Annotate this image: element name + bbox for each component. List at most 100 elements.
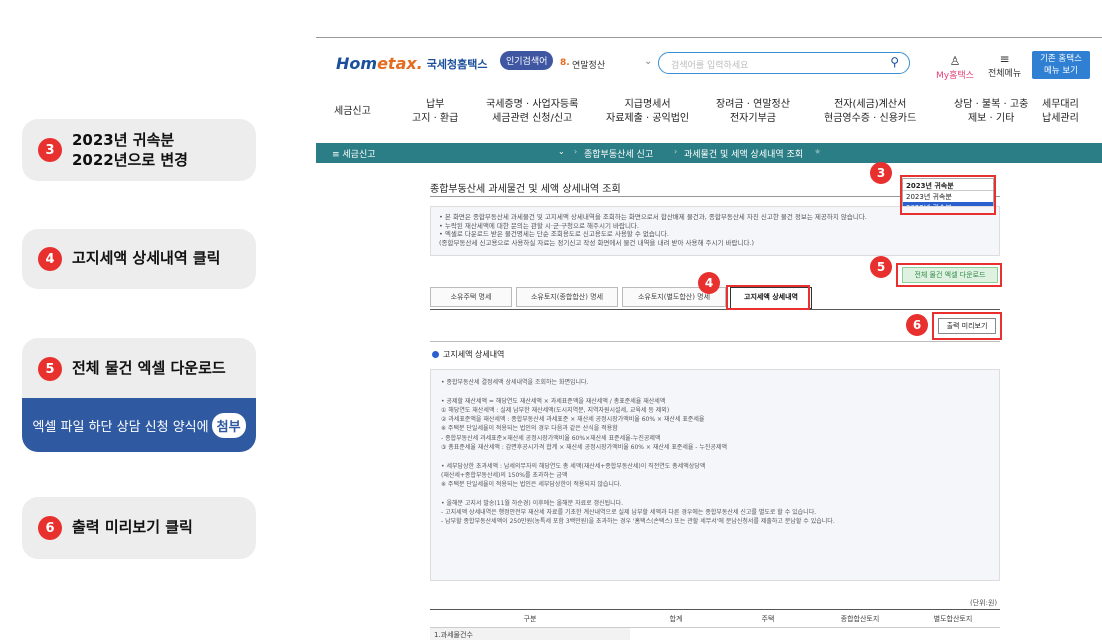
- table-header: 종합합산토지: [814, 609, 906, 628]
- detail-line: [441, 490, 989, 499]
- popular-search-rank: 8.: [560, 58, 570, 68]
- tab-divider: [430, 309, 1000, 310]
- page-title: 종합부동산세 과세물건 및 세액 상세내역 조회: [430, 184, 621, 195]
- screen-root: 3 2023년 귀속분 2022년으로 변경 4 고지세액 상세내역 클릭 5 …: [0, 0, 1102, 640]
- chevron-down-icon[interactable]: ⌄: [644, 56, 652, 67]
- search-icon[interactable]: ⚲: [890, 55, 899, 69]
- search-input[interactable]: 검색어를 입력하세요 ⚲: [658, 52, 910, 74]
- user-icon: ♙: [949, 54, 961, 68]
- section-title-text: 고지세액 상세내역: [443, 350, 505, 359]
- detail-line: ③ 총표준세율 재산세액 : 감면후공시가격 합계 × 재산세 공정시장가액비율…: [441, 444, 727, 452]
- star-icon[interactable]: ★: [814, 147, 821, 156]
- hamburger-icon: ≡: [999, 52, 1010, 66]
- step-5-number: 5: [38, 357, 62, 381]
- guide-step-5: 5 전체 물건 엑셀 다운로드: [22, 338, 256, 400]
- table-cell: [722, 627, 814, 640]
- section-title: 고지세액 상세내역: [432, 349, 504, 360]
- table-cell: [906, 627, 1000, 640]
- gnb-item-payment-statement[interactable]: 지급명세서 자료제출 · 공익법인: [606, 98, 689, 126]
- popular-search-badge: 인기검색어: [500, 51, 554, 70]
- notice-line: • 누락된 재산세액에 대한 문의는 관할 시·군·구청으로 해주시기 바랍니다…: [439, 221, 639, 230]
- table-header: 구분: [430, 609, 630, 628]
- step-4-text: 고지세액 상세내역 클릭: [72, 249, 221, 267]
- detail-box: • 종합부동산세 결정세액 상세내역을 조회하는 화면입니다. • 공제할 재산…: [430, 369, 1000, 581]
- gnb-item-e-invoice[interactable]: 전자(세금)계산서 현금영수증 · 신용카드: [824, 98, 916, 126]
- breadcrumb-item-2: 과세물건 및 세액 상세내역 조회: [684, 150, 804, 160]
- bullet-icon: [432, 351, 439, 358]
- notice-line: • 엑셀로 다운로드 받은 물건명세는 단순 조회용도로 신고용도로 사용할 수…: [439, 230, 669, 238]
- gnb-item-tax-report[interactable]: 세금신고: [334, 105, 371, 119]
- section-divider: [430, 341, 1000, 342]
- breadcrumb-menu[interactable]: ≡ 세금신고: [332, 147, 376, 160]
- gnb-item-year-end[interactable]: 장려금 · 연말정산 전자기부금: [716, 98, 790, 126]
- gnb-item-payment[interactable]: 납부 고지 · 환급: [412, 98, 458, 126]
- unit-label: (단위:원): [970, 599, 998, 607]
- breadcrumb-separator-icon: ›: [674, 147, 678, 156]
- chevron-down-icon[interactable]: ⌄: [558, 147, 565, 156]
- logo-mark: Hometax.: [336, 54, 423, 73]
- highlight-year-select: [900, 175, 996, 215]
- old-menu-line1: 기존 홈택스: [1040, 54, 1082, 64]
- detail-line: [441, 387, 989, 396]
- top-divider: [316, 37, 1102, 38]
- gnb-item-agent[interactable]: 세무대리 납세관리: [1042, 98, 1079, 126]
- tab-owned-land-combined[interactable]: 소유토지(종합합산) 명세: [516, 287, 618, 307]
- step-6-number: 6: [38, 516, 62, 540]
- highlight-print-button: [932, 312, 1002, 340]
- my-hometax-label: My홈택스: [936, 71, 974, 81]
- table-header: 주택: [722, 609, 814, 628]
- step-3-number: 3: [38, 138, 62, 162]
- old-menu-button[interactable]: 기존 홈택스 메뉴 보기: [1032, 51, 1090, 79]
- detail-line: ※ 주택분 단일세율이 적용되는 법인의 경우 다음과 같은 산식을 적용함: [441, 425, 618, 433]
- guide-step-5-note: 엑셀 파일 하단 상담 신청 양식에 첨부: [22, 398, 256, 452]
- gnb-item-consult[interactable]: 상담 · 불복 · 고충 제보 · 기타: [954, 98, 1028, 126]
- breadcrumb-bar: ≡ 세금신고 ⌄ › 종합부동산세 신고 › 과세물건 및 세액 상세내역 조회…: [316, 143, 1102, 163]
- highlight-tax-detail-tab: [726, 285, 810, 310]
- logo-name: 국세청홈택스: [426, 57, 488, 71]
- gnb-item-certificate[interactable]: 국세증명 · 사업자등록 세금관련 신청/신고: [486, 98, 578, 126]
- guide-step-6: 6 출력 미리보기 클릭: [22, 497, 256, 559]
- table-cell: [814, 627, 906, 640]
- all-menu-label: 전체메뉴: [988, 69, 1022, 79]
- highlight-excel-button: [896, 263, 1002, 287]
- detail-line: [441, 452, 989, 461]
- popular-search-term[interactable]: 연말정산: [572, 58, 605, 71]
- breadcrumb-separator-icon: ›: [574, 147, 578, 156]
- annotation-3: 3: [870, 162, 892, 184]
- detail-line: ① 해당연도 재산세액 : 실제 납부한 재산세액(도시지역분, 지역자원시설세…: [441, 406, 670, 414]
- detail-line: ※ 주택분 단일세율이 적용되는 법인은 세부담상한이 적용되지 않습니다.: [441, 481, 622, 489]
- detail-line: • 세부담상한 초과세액 : 납세의무자의 해당연도 총 세액(재산세+종합부동…: [441, 462, 706, 470]
- step-5-text: 전체 물건 엑셀 다운로드: [72, 359, 226, 377]
- detail-line: - 고지세액 상세내역은 행정안전부 재산세 자료를 기초한 계산내역으로 실제…: [441, 509, 817, 517]
- detail-line: (재산세+종합부동산세)의 150%를 초과하는 금액: [441, 471, 568, 479]
- all-menu-button[interactable]: ≡ 전체메뉴: [988, 52, 1021, 79]
- hometax-logo[interactable]: Hometax. 국세청홈택스: [336, 54, 488, 73]
- notice-line: (종합부동산세 신고용으로 사용하실 자료는 정기신고 작성 화면에서 물건 내…: [439, 238, 755, 247]
- table-cell: 1.과세물건수: [430, 627, 630, 640]
- table-header: 합계: [630, 609, 722, 628]
- note-text: 엑셀 파일 하단 상담 신청 양식에: [32, 419, 209, 435]
- guide-step-4: 4 고지세액 상세내역 클릭: [22, 229, 256, 289]
- old-menu-line2: 메뉴 보기: [1044, 66, 1078, 76]
- search-placeholder: 검색어를 입력하세요: [671, 61, 749, 71]
- table-header: 별도합산토지: [906, 609, 1000, 628]
- my-hometax-button[interactable]: ♙ My홈택스: [936, 54, 974, 81]
- step-3-text: 2023년 귀속분 2022년으로 변경: [72, 130, 188, 170]
- detail-line: • 종합부동산세 결정세액 상세내역을 조회하는 화면입니다.: [441, 379, 589, 386]
- detail-line: • 공제할 재산세액 = 해당연도 재산세액 × 과세표준액을 재산세액 / 총…: [441, 397, 666, 405]
- breadcrumb-item-1[interactable]: 종합부동산세 신고: [584, 147, 653, 160]
- step-4-number: 4: [38, 247, 62, 271]
- step-3-line1: 2023년 귀속분: [72, 131, 175, 149]
- detail-line: ② 과세표준액을 재산세액 : 종합부동산세 과세표준 × 재산세 공정시장가액…: [441, 416, 705, 424]
- annotation-5: 5: [870, 256, 892, 278]
- hometax-page: Hometax. 국세청홈택스 인기검색어 8. 연말정산 ⌄ 검색어를 입력하…: [316, 0, 1102, 640]
- table-cell: [630, 627, 722, 640]
- annotation-6: 6: [906, 314, 928, 336]
- detail-line: - 종합부동산세 과세표준×재산세 공정시장가액비율 60%×재산세 표준세율-…: [441, 434, 661, 442]
- guide-step-3: 3 2023년 귀속분 2022년으로 변경: [22, 119, 256, 181]
- detail-line: • 올해분 고지서 발송(11월 하순경) 이후에는 올해분 자료로 갱신됩니다…: [441, 499, 624, 507]
- step-6-text: 출력 미리보기 클릭: [72, 518, 193, 536]
- tax-detail-table: 구분 합계 주택 종합합산토지 별도합산토지 1.과세물건수: [430, 609, 1000, 640]
- tab-owned-house[interactable]: 소유주택 명세: [430, 287, 512, 307]
- global-nav: 세금신고 납부 고지 · 환급 국세증명 · 사업자등록 세금관련 신청/신고 지급…: [316, 98, 1102, 134]
